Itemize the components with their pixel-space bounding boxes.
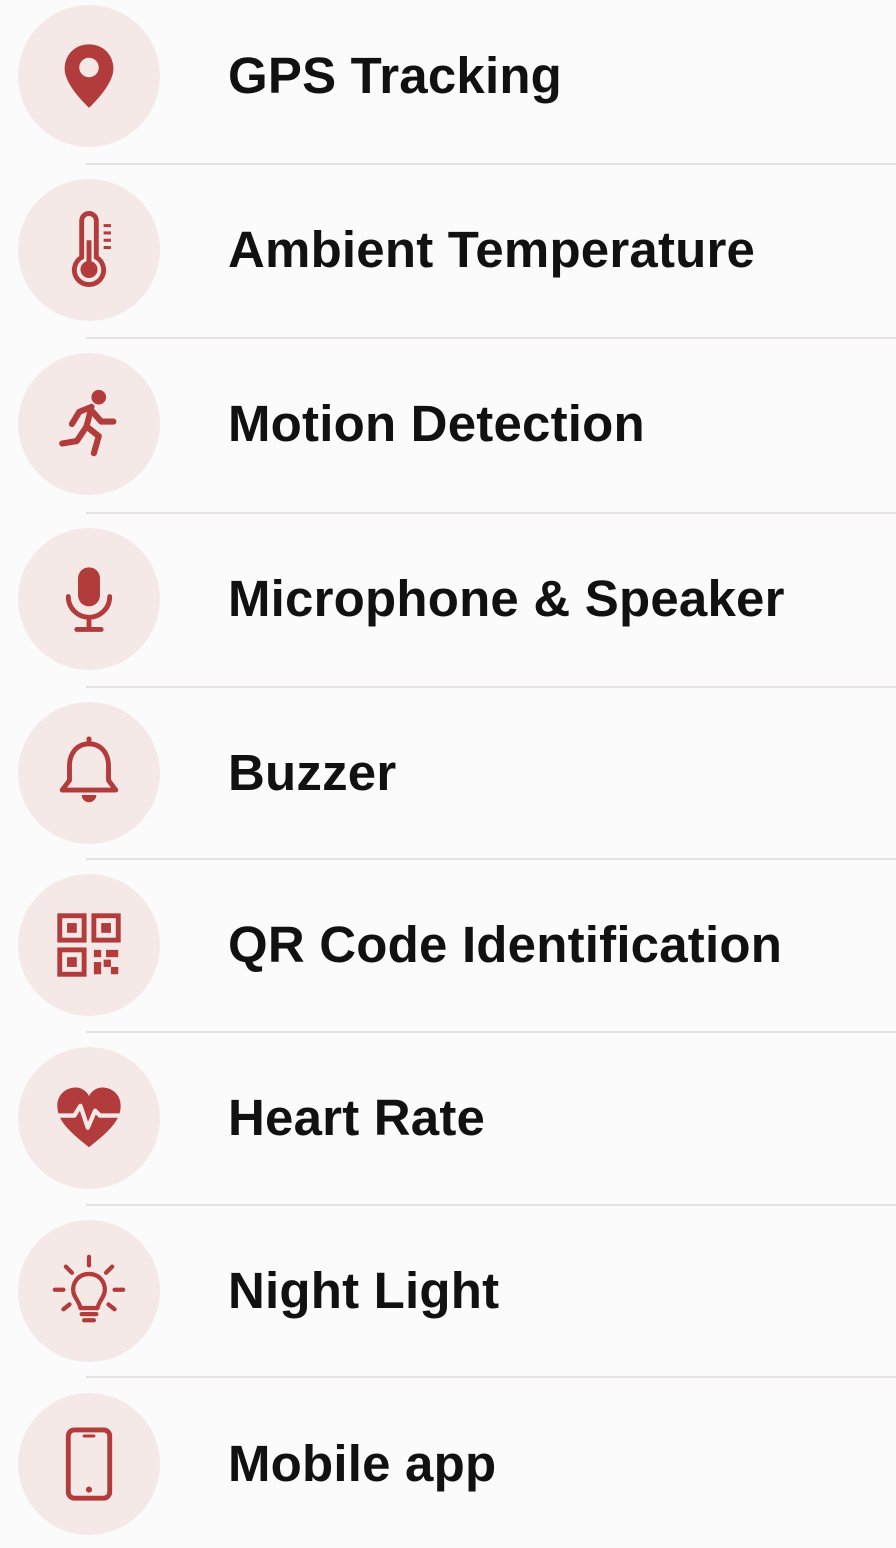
feature-label: Microphone & Speaker <box>228 570 785 627</box>
microphone-icon <box>18 528 160 670</box>
feature-label: Buzzer <box>228 744 397 801</box>
mobile-phone-icon <box>18 1393 160 1535</box>
feature-list: GPS Tracking Ambient Temperature Motion … <box>0 0 896 1535</box>
feature-item-mobile-app: Mobile app <box>0 1388 896 1548</box>
divider <box>86 512 896 514</box>
feature-label: Ambient Temperature <box>228 221 756 278</box>
feature-item-ambient-temperature: Ambient Temperature <box>0 174 896 334</box>
feature-item-motion-detection: Motion Detection <box>0 348 896 508</box>
feature-item-gps-tracking: GPS Tracking <box>0 0 896 160</box>
lightbulb-icon <box>18 1220 160 1362</box>
feature-item-microphone-speaker: Microphone & Speaker <box>0 523 896 683</box>
qr-code-icon <box>18 874 160 1016</box>
feature-item-buzzer: Buzzer <box>0 697 896 857</box>
feature-label: GPS Tracking <box>228 47 563 104</box>
divider <box>86 163 896 165</box>
feature-label: Heart Rate <box>228 1089 486 1146</box>
feature-item-qr-code-identification: QR Code Identification <box>0 869 896 1029</box>
divider <box>86 1204 896 1206</box>
feature-item-heart-rate: Heart Rate <box>0 1042 896 1202</box>
running-person-icon <box>18 353 160 495</box>
divider <box>86 858 896 860</box>
feature-item-night-light: Night Light <box>0 1215 896 1375</box>
heart-rate-icon <box>18 1047 160 1189</box>
feature-label: Mobile app <box>228 1435 497 1492</box>
divider <box>86 686 896 688</box>
thermometer-icon <box>18 179 160 321</box>
location-pin-icon <box>18 5 160 147</box>
feature-label: Night Light <box>228 1262 500 1319</box>
feature-label: QR Code Identification <box>228 916 783 973</box>
divider <box>86 1031 896 1033</box>
bell-icon <box>18 702 160 844</box>
divider <box>86 1376 896 1378</box>
divider <box>86 337 896 339</box>
feature-label: Motion Detection <box>228 395 645 452</box>
